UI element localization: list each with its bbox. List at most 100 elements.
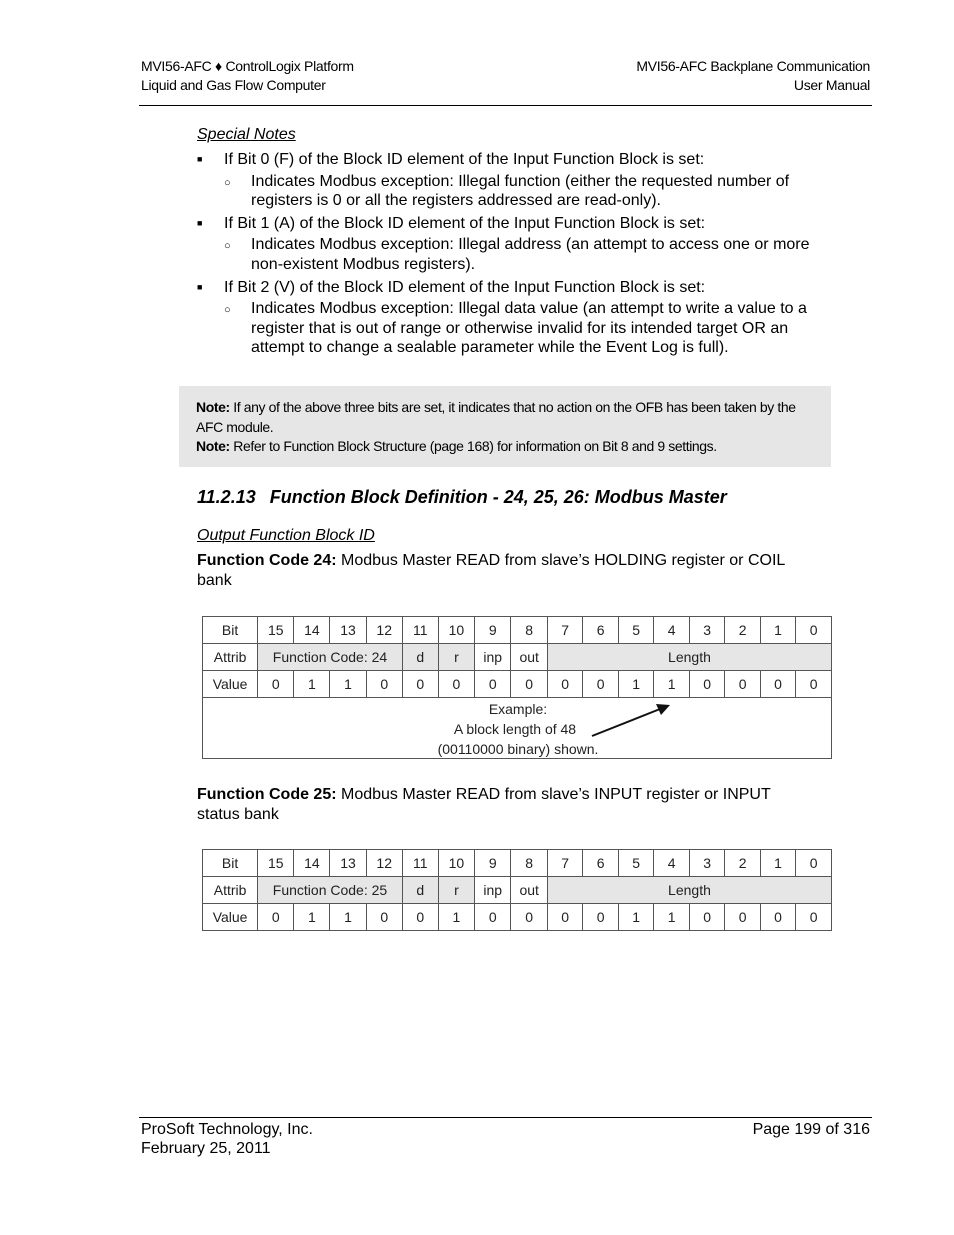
example-line: A block length of 48 (453, 721, 577, 737)
attrib-inp: inp (474, 876, 512, 904)
header-manual: User Manual (793, 77, 870, 93)
header-product: MVI56-AFC ♦ ControlLogix Platform (141, 58, 354, 74)
value-cell: 1 (617, 903, 655, 931)
value-cell: 1 (653, 903, 690, 931)
sub-note-text: Indicates Modbus exception: Illegal func… (251, 172, 790, 210)
list-item: ■ If Bit 1 (A) of the Block ID element o… (197, 214, 822, 275)
note-text: Refer to Function Block Structure (page … (229, 438, 717, 454)
row-label: Bit (201, 849, 259, 877)
bit-cell: 14 (293, 849, 331, 877)
bit-cell: 9 (474, 616, 512, 644)
table-row-bit: Bit 15 14 13 12 11 10 9 8 7 6 5 4 3 2 1 … (201, 616, 832, 644)
attrib-function-code: Function Code: 25 (257, 876, 403, 904)
fc24-bit-table: Bit 15 14 13 12 11 10 9 8 7 6 5 4 3 2 1 … (201, 616, 833, 759)
value-cell: 0 (257, 670, 295, 698)
attrib-function-code: Function Code: 24 (257, 643, 403, 671)
row-label: Value (201, 903, 259, 931)
value-cell: 0 (437, 670, 476, 698)
bit-cell: 12 (365, 849, 403, 877)
list-item: ■ If Bit 0 (F) of the Block ID element o… (197, 150, 822, 211)
sub-list-item: ○ Indicates Modbus exception: Illegal fun… (224, 172, 822, 211)
bit-cell: 14 (293, 616, 331, 644)
row-label: Attrib (201, 643, 259, 671)
value-cell: 0 (795, 903, 832, 931)
section-number: 11.2.13 (197, 487, 256, 507)
note-text: If Bit 0 (F) of the Block ID element of … (224, 151, 705, 168)
attrib-d: d (401, 643, 439, 671)
footer-left: ProSoft Technology, Inc. February 25, 20… (141, 1120, 313, 1158)
bit-cell: 8 (510, 616, 548, 644)
attrib-out: out (510, 876, 548, 904)
value-cell: 0 (510, 903, 548, 931)
bit-cell: 0 (795, 849, 832, 877)
sub-list-item: ○ Indicates Modbus exception: Illegal dat… (224, 299, 822, 358)
bit-cell: 3 (688, 616, 726, 644)
value-cell: 0 (401, 903, 439, 931)
value-cell: 0 (365, 670, 403, 698)
square-bullet-icon: ■ (197, 154, 203, 164)
value-cell: 0 (546, 670, 584, 698)
value-cell: 0 (365, 903, 403, 931)
bit-cell: 15 (257, 616, 295, 644)
row-label: Bit (201, 616, 259, 644)
note-text: If Bit 1 (A) of the Block ID element of … (224, 214, 706, 232)
section-heading: 11.2.13 Function Block Definition - 24, 2… (197, 487, 727, 508)
value-cell: 0 (724, 903, 761, 931)
header-chapter: MVI56-AFC Backplane Communication (636, 58, 870, 74)
table-row-bit: Bit 15 14 13 12 11 10 9 8 7 6 5 4 3 2 1 … (201, 849, 832, 877)
example-line: (00110000 binary) shown. (437, 741, 599, 757)
bit-cell: 1 (759, 849, 797, 877)
bit-cell: 5 (617, 616, 655, 644)
value-cell: 0 (724, 670, 761, 698)
example-heading: Example: (488, 701, 548, 717)
value-cell: 1 (293, 903, 331, 931)
table-row-attrib: Attrib Function Code: 24 d r inp out Len… (201, 643, 833, 671)
value-cell: 0 (582, 903, 619, 931)
bit-cell: 6 (582, 849, 619, 877)
bit-cell: 2 (724, 616, 761, 644)
bit-cell: 3 (688, 849, 726, 877)
note-text: If any of the above three bits are set, … (196, 399, 796, 435)
table-row-value: Value 0 1 1 0 0 1 0 0 0 0 1 1 0 0 0 0 (201, 903, 832, 931)
attrib-r: r (437, 643, 476, 671)
value-cell: 1 (293, 670, 331, 698)
attrib-r: r (437, 876, 476, 904)
attrib-out: out (510, 643, 548, 671)
bit-cell: 11 (401, 616, 439, 644)
header-right: MVI56-AFC Backplane Communication User M… (636, 57, 870, 95)
value-cell: 0 (582, 670, 619, 698)
bit-cell: 10 (437, 849, 476, 877)
header-left: MVI56-AFC ♦ ControlLogix Platform Liquid… (141, 57, 354, 95)
table-row-value: Value 0 1 1 0 0 0 0 0 0 0 1 1 0 0 0 0 (201, 670, 832, 698)
value-cell: 1 (653, 670, 690, 698)
bit-cell: 9 (474, 849, 512, 877)
bit-cell: 8 (510, 849, 548, 877)
bit-cell: 4 (653, 849, 690, 877)
fc24-description: Function Code 24: Modbus Master READ fro… (197, 551, 817, 591)
row-label: Attrib (201, 876, 259, 904)
table-row-attrib: Attrib Function Code: 25 d r inp out Len… (201, 876, 833, 904)
note-1: Note: If any of the above three bits are… (196, 398, 806, 437)
bit-cell: 13 (329, 616, 367, 644)
value-cell: 0 (474, 903, 512, 931)
header-divider (139, 105, 872, 106)
fc24-label: Function Code 24: (197, 552, 337, 569)
footer-page-number: Page 199 of 316 (752, 1121, 870, 1138)
fc25-description: Function Code 25: Modbus Master READ fro… (197, 785, 817, 825)
bit-cell: 1 (759, 616, 797, 644)
value-cell: 0 (795, 670, 832, 698)
row-label: Value (201, 670, 259, 698)
fc25-label: Function Code 25: (197, 786, 337, 803)
bit-cell: 13 (329, 849, 367, 877)
value-cell: 0 (474, 670, 512, 698)
bit-cell: 2 (724, 849, 761, 877)
bit-cell: 12 (365, 616, 403, 644)
value-cell: 0 (546, 903, 584, 931)
example-cell: Example: A block length of 48 (00110000 … (202, 697, 832, 759)
bit-cell: 0 (795, 616, 832, 644)
list-item: ■ If Bit 2 (V) of the Block ID element o… (197, 278, 822, 358)
value-cell: 0 (257, 903, 295, 931)
arrow-icon (591, 704, 670, 737)
header-product-subtitle: Liquid and Gas Flow Computer (141, 77, 326, 93)
attrib-length: Length (546, 876, 833, 904)
